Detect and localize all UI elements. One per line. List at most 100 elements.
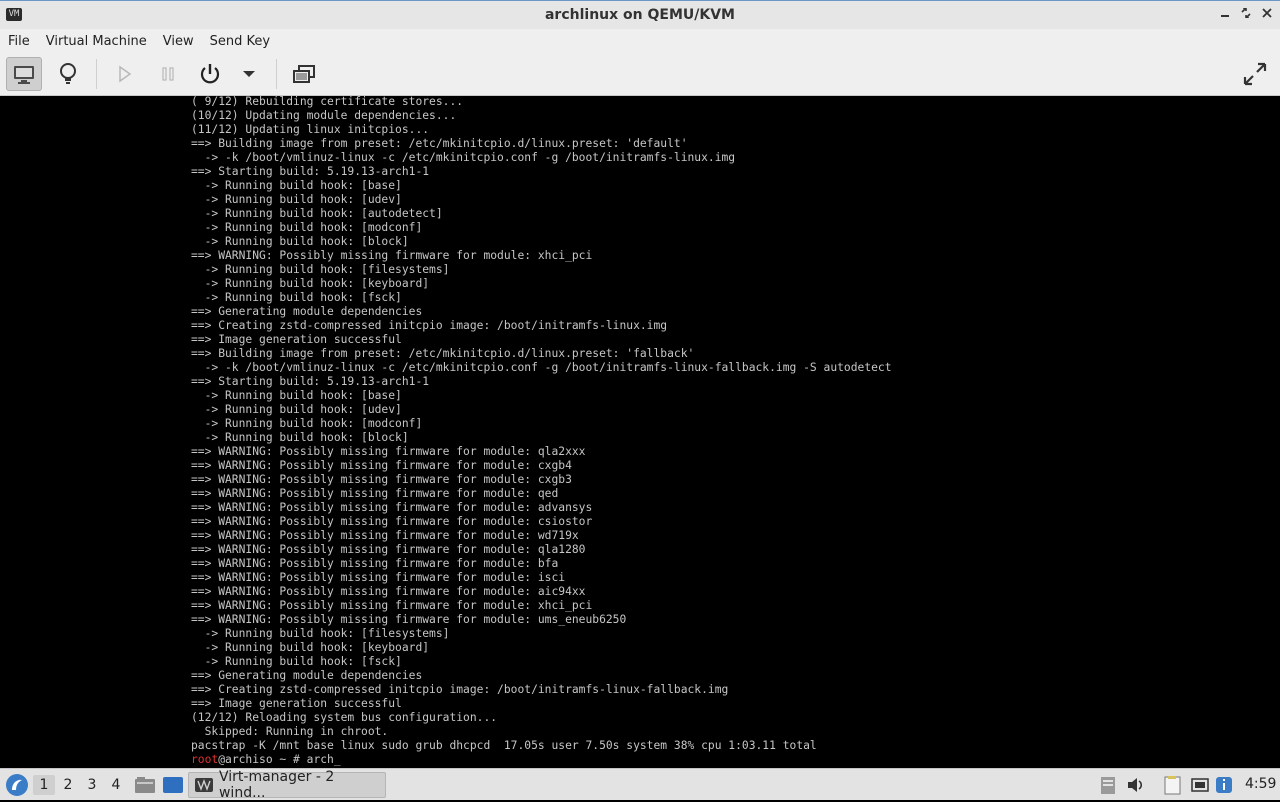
console-line: -> Running build hook: [keyboard] bbox=[204, 641, 430, 654]
console-line: ==> WARNING: Possibly missing firmware f… bbox=[191, 445, 586, 458]
restore-button[interactable] bbox=[1236, 6, 1256, 24]
tray-notes[interactable] bbox=[1163, 775, 1183, 795]
power-icon bbox=[200, 64, 220, 84]
console-line: ==> WARNING: Possibly missing firmware f… bbox=[191, 501, 593, 514]
show-console-button[interactable] bbox=[6, 57, 42, 91]
workspace-4[interactable]: 4 bbox=[105, 775, 127, 795]
clipboard-icon bbox=[1101, 777, 1115, 794]
show-details-button[interactable] bbox=[50, 57, 86, 91]
virt-manager-icon bbox=[195, 778, 213, 792]
chevron-down-icon bbox=[243, 71, 255, 77]
console-line: -> Running build hook: [filesystems] bbox=[204, 263, 450, 276]
menu-view[interactable]: View bbox=[155, 34, 202, 49]
minimize-icon bbox=[1221, 15, 1229, 17]
console-line: ==> WARNING: Possibly missing firmware f… bbox=[191, 557, 559, 570]
console-line: (11/12) Updating linux initcpios... bbox=[191, 123, 430, 136]
pause-button[interactable] bbox=[150, 57, 186, 91]
console-line: ==> WARNING: Possibly missing firmware f… bbox=[191, 473, 572, 486]
console-line: ==> WARNING: Possibly missing firmware f… bbox=[191, 543, 586, 556]
network-icon bbox=[1191, 778, 1209, 792]
task-label: Virt-manager - 2 wind... bbox=[218, 769, 335, 801]
console-line: -> Running build hook: [keyboard] bbox=[204, 277, 430, 290]
start-menu-button[interactable] bbox=[4, 772, 30, 798]
console-line: (12/12) Reloading system bus configurati… bbox=[191, 711, 498, 724]
console-line: -> -k /boot/vmlinuz-linux -c /etc/mkinit… bbox=[204, 361, 892, 374]
prompt-host: @archiso ~ # bbox=[218, 753, 307, 766]
console-line: ==> WARNING: Possibly missing firmware f… bbox=[191, 571, 566, 584]
console-line: ==> Building image from preset: /etc/mki… bbox=[191, 347, 695, 360]
start-menu-icon bbox=[6, 774, 28, 796]
toolbar-separator bbox=[96, 59, 97, 89]
taskbar-clock[interactable]: 4:59 bbox=[1245, 776, 1276, 792]
console-line: ==> Creating zstd-compressed initcpio im… bbox=[191, 683, 729, 696]
console-line: ==> Image generation successful bbox=[191, 697, 402, 710]
console-line: ==> WARNING: Possibly missing firmware f… bbox=[191, 487, 559, 500]
console-line: ( 9/12) Rebuilding certificate stores... bbox=[191, 96, 464, 108]
console-line: ==> Starting build: 5.19.13-arch1-1 bbox=[191, 165, 430, 178]
taskbar: 1 2 3 4 Virt-manager - 2 wind... 4:59 bbox=[0, 768, 1280, 801]
window-title: archlinux on QEMU/KVM bbox=[544, 7, 735, 23]
console-line: -> -k /boot/vmlinuz-linux -c /etc/mkinit… bbox=[204, 151, 736, 164]
console-line: -> Running build hook: [base] bbox=[204, 179, 402, 192]
window-titlebar[interactable]: VM archlinux on QEMU/KVM bbox=[0, 0, 1280, 29]
tray-network[interactable] bbox=[1190, 775, 1210, 795]
console-line: ==> WARNING: Possibly missing firmware f… bbox=[191, 599, 593, 612]
monitor-icon bbox=[14, 66, 34, 84]
menu-file[interactable]: File bbox=[0, 34, 38, 49]
console-line: -> Running build hook: [udev] bbox=[204, 403, 402, 416]
fullscreen-icon bbox=[1243, 62, 1267, 86]
console-line: -> Running build hook: [block] bbox=[204, 431, 409, 444]
toolbar-separator bbox=[276, 59, 277, 89]
console-line: -> Running build hook: [filesystems] bbox=[204, 627, 450, 640]
show-desktop-button[interactable] bbox=[162, 775, 184, 795]
tray-volume[interactable] bbox=[1126, 775, 1146, 795]
volume-icon bbox=[1128, 778, 1143, 792]
pause-icon bbox=[162, 67, 174, 81]
menu-virtual-machine[interactable]: Virtual Machine bbox=[38, 34, 155, 49]
taskbar-task-virt-manager[interactable]: Virt-manager - 2 wind... bbox=[188, 769, 386, 801]
snapshots-button[interactable] bbox=[286, 57, 322, 91]
virt-manager-app-icon: VM bbox=[6, 8, 22, 21]
fullscreen-button[interactable] bbox=[1237, 57, 1273, 91]
tray-clipboard[interactable] bbox=[1098, 775, 1118, 795]
console-line: -> Running build hook: [modconf] bbox=[204, 221, 423, 234]
console-line: ==> WARNING: Possibly missing firmware f… bbox=[191, 249, 593, 262]
workspace-3[interactable]: 3 bbox=[81, 775, 103, 795]
console-line: ==> WARNING: Possibly missing firmware f… bbox=[191, 515, 593, 528]
snapshots-icon bbox=[293, 65, 315, 83]
console-line: -> Running build hook: [base] bbox=[204, 389, 402, 402]
vm-console-display[interactable]: ( 9/12) Rebuilding certificate stores...… bbox=[0, 96, 1280, 768]
desktop-icon bbox=[163, 777, 183, 793]
file-manager-launcher[interactable] bbox=[134, 775, 156, 795]
shutdown-button[interactable] bbox=[192, 57, 228, 91]
console-line: -> Running build hook: [udev] bbox=[204, 193, 402, 206]
minimize-button[interactable] bbox=[1215, 6, 1235, 24]
shutdown-menu-button[interactable] bbox=[232, 57, 266, 91]
close-button[interactable] bbox=[1257, 6, 1277, 24]
folder-icon bbox=[135, 777, 155, 793]
console-line: ==> Generating module dependencies bbox=[191, 305, 423, 318]
toolbar bbox=[0, 53, 1280, 96]
console-line: ==> Creating zstd-compressed initcpio im… bbox=[191, 319, 668, 332]
text-cursor: _ bbox=[333, 753, 341, 766]
console-line: ==> Building image from preset: /etc/mki… bbox=[191, 137, 688, 150]
lightbulb-icon bbox=[60, 63, 76, 84]
console-line: pacstrap -K /mnt base linux sudo grub dh… bbox=[191, 739, 817, 752]
console-line: ==> Starting build: 5.19.13-arch1-1 bbox=[191, 375, 430, 388]
prompt-user: root bbox=[191, 753, 219, 766]
workspace-1[interactable]: 1 bbox=[33, 775, 55, 795]
console-line: Skipped: Running in chroot. bbox=[204, 725, 389, 738]
play-icon bbox=[119, 65, 132, 83]
console-line: -> Running build hook: [autodetect] bbox=[204, 207, 443, 220]
workspace-2[interactable]: 2 bbox=[57, 775, 79, 795]
console-line: -> Running build hook: [fsck] bbox=[204, 655, 402, 668]
console-line: ==> WARNING: Possibly missing firmware f… bbox=[191, 585, 586, 598]
run-button[interactable] bbox=[106, 57, 142, 91]
prompt-input[interactable]: arch bbox=[307, 753, 334, 766]
close-icon bbox=[1262, 8, 1272, 18]
menu-send-key[interactable]: Send Key bbox=[202, 34, 278, 49]
console-line: ==> WARNING: Possibly missing firmware f… bbox=[191, 529, 579, 542]
tray-updates[interactable] bbox=[1214, 775, 1234, 795]
notes-icon bbox=[1164, 776, 1181, 795]
menubar: File Virtual Machine View Send Key bbox=[0, 29, 1280, 53]
